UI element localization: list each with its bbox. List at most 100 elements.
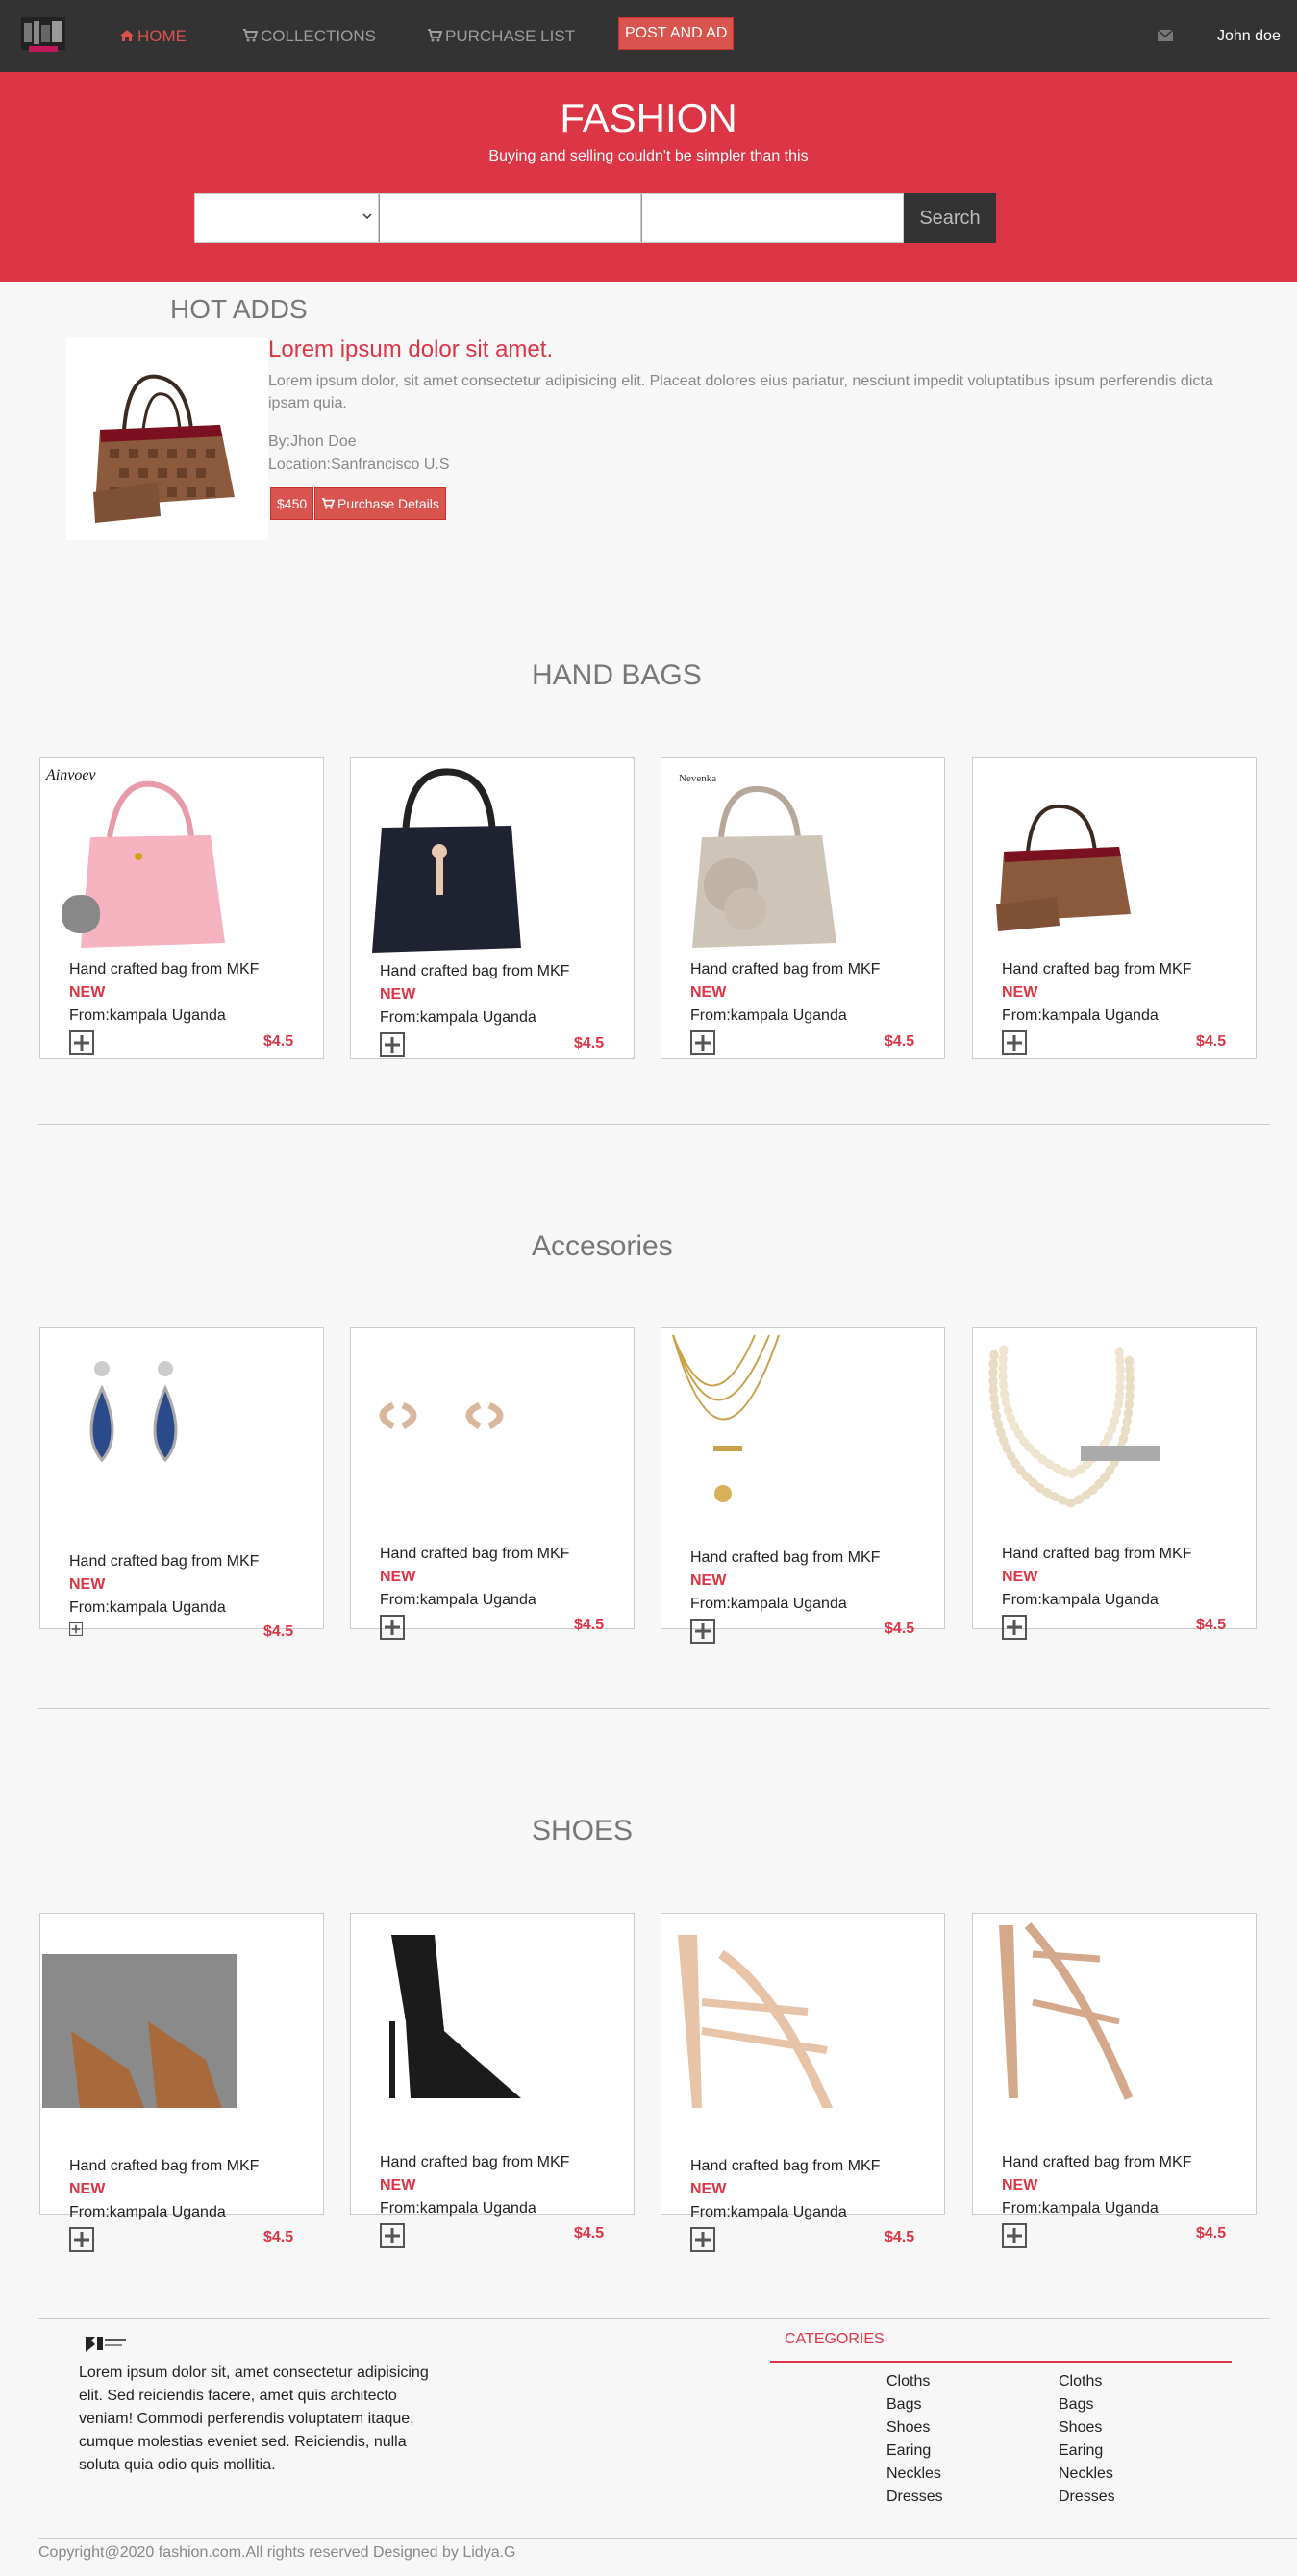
add-icon[interactable] xyxy=(690,1619,715,1644)
cart-icon xyxy=(322,498,336,509)
tan-sandal-heels-image xyxy=(999,1921,1134,2100)
category-select[interactable] xyxy=(194,193,379,243)
search-location-input[interactable] xyxy=(641,193,904,243)
product-title: Hand crafted bag from MKF xyxy=(380,1546,570,1562)
category-link-shoes[interactable]: Shoes xyxy=(1059,2416,1115,2440)
gold-necklace-image xyxy=(672,1334,780,1502)
footer-logo-icon[interactable] xyxy=(82,2333,130,2356)
product-origin: From:kampala Uganda xyxy=(1002,1592,1159,1608)
home-icon xyxy=(120,30,134,41)
product-title: Hand crafted bag from MKF xyxy=(690,1549,881,1566)
product-card[interactable]: Hand crafted bag from MKF NEW From:kampa… xyxy=(661,1913,945,2252)
shoes-section-title: SHOES xyxy=(532,1815,634,1846)
product-title: Hand crafted bag from MKF xyxy=(1002,2154,1192,2170)
product-card[interactable]: Hand crafted bag from MKF NEW From:kampa… xyxy=(39,1913,324,2252)
purchase-details-label: Purchase Details xyxy=(337,496,439,511)
product-card[interactable]: Hand crafted bag from MKF NEW From:kampa… xyxy=(350,1913,635,2248)
product-card[interactable]: Hand crafted bag from MKF NEW From:kampa… xyxy=(972,1913,1257,2248)
product-card[interactable]: Hand crafted bag from MKF NEW From:kampa… xyxy=(972,757,1257,1059)
product-origin: From:kampala Uganda xyxy=(1002,1007,1159,1024)
nav-purchase-list-link[interactable]: PURCHASE LIST xyxy=(427,27,575,46)
add-icon[interactable] xyxy=(690,2227,715,2252)
product-title: Hand crafted bag from MKF xyxy=(380,963,570,979)
category-link-cloths[interactable]: Cloths xyxy=(1059,2370,1115,2393)
categories-list-1: Cloths Bags Shoes Earing Neckles Dresses xyxy=(886,2370,943,2509)
category-link-neckles[interactable]: Neckles xyxy=(886,2463,943,2486)
category-link-earing[interactable]: Earing xyxy=(886,2440,943,2463)
category-link-dresses[interactable]: Dresses xyxy=(1059,2486,1115,2509)
hot-ad-price-button[interactable]: $450 xyxy=(270,487,314,520)
black-ankle-boot-image xyxy=(389,1935,521,2098)
product-card[interactable]: Hand crafted bag from MKF NEW From:kampa… xyxy=(661,1327,945,1644)
search-button[interactable]: Search xyxy=(904,193,996,243)
product-origin: From:kampala Uganda xyxy=(690,2204,847,2220)
add-icon[interactable] xyxy=(1002,2223,1027,2248)
cart-icon xyxy=(428,29,442,42)
product-card[interactable]: Hand crafted bag from MKF NEW From:kampa… xyxy=(350,1327,635,1640)
pink-handbag-image: Ainvoev xyxy=(45,767,225,948)
earrings-image xyxy=(89,1361,178,1463)
post-ad-button[interactable]: POST AND AD xyxy=(618,17,735,50)
hot-ad-author: By:Jhon Doe xyxy=(268,433,357,450)
site-logo-icon[interactable] xyxy=(19,10,67,58)
accessories-section-title: Accesories xyxy=(532,1230,673,1262)
nav-home-link[interactable]: HOME xyxy=(119,27,187,46)
product-title: Hand crafted bag from MKF xyxy=(690,961,881,978)
copyright-text: Copyright@2020 fashion.com.All rights re… xyxy=(38,2544,516,2561)
product-title: Hand crafted bag from MKF xyxy=(69,961,260,978)
add-icon[interactable] xyxy=(69,1622,83,1636)
user-name-link[interactable]: John doe xyxy=(1217,28,1281,45)
add-icon[interactable] xyxy=(380,2223,405,2248)
hero-banner: FASHION Buying and selling couldn't be s… xyxy=(0,72,1297,282)
purchase-details-button[interactable]: Purchase Details xyxy=(314,487,446,520)
add-icon[interactable] xyxy=(1002,1030,1027,1055)
product-card[interactable]: Hand crafted bag from MKF NEW From:kampa… xyxy=(350,757,635,1059)
category-link-bags[interactable]: Bags xyxy=(1059,2393,1115,2416)
add-icon[interactable] xyxy=(69,2227,94,2252)
hot-ad-description: Lorem ipsum dolor, sit amet consectetur … xyxy=(268,373,1213,411)
product-card[interactable]: Hand crafted bag from MKF NEW From:kampa… xyxy=(972,1327,1257,1640)
new-badge: NEW xyxy=(690,984,727,1001)
product-card[interactable]: Ainvoev Hand crafted bag from MKF NEW Fr… xyxy=(39,757,324,1059)
product-title: Hand crafted bag from MKF xyxy=(69,2158,260,2174)
product-price: $4.5 xyxy=(885,2229,915,2245)
product-price: $4.5 xyxy=(263,2229,294,2245)
product-price: $4.5 xyxy=(263,1033,294,1050)
black-handbag-image xyxy=(372,768,521,953)
categories-list-2: Cloths Bags Shoes Earing Neckles Dresses xyxy=(1059,2370,1115,2509)
chevron-down-icon xyxy=(362,213,372,220)
section-divider xyxy=(38,1124,1270,1125)
search-keyword-input[interactable] xyxy=(379,193,641,243)
hot-ad-location: Location:Sanfrancisco U.S xyxy=(268,457,450,473)
new-badge: NEW xyxy=(69,1576,106,1593)
beige-handbag-image: Nevenka xyxy=(679,773,836,948)
product-title: Hand crafted bag from MKF xyxy=(380,2154,570,2170)
product-title: Hand crafted bag from MKF xyxy=(690,2158,881,2174)
navbar: HOME COLLECTIONS PURCHASE LIST POST AND … xyxy=(0,0,1297,72)
nav-collections-link[interactable]: COLLECTIONS xyxy=(242,27,376,46)
category-link-earing[interactable]: Earing xyxy=(1059,2440,1115,2463)
product-card[interactable]: Hand crafted bag from MKF NEW From:kampa… xyxy=(39,1327,324,1640)
add-icon[interactable] xyxy=(380,1032,405,1057)
nav-home-label: HOME xyxy=(137,27,187,45)
category-link-shoes[interactable]: Shoes xyxy=(886,2416,943,2440)
categories-title: CATEGORIES xyxy=(785,2331,885,2347)
new-badge: NEW xyxy=(69,2181,106,2197)
hot-ad-image[interactable] xyxy=(66,338,268,540)
product-card[interactable]: Nevenka Hand crafted bag from MKF NEW Fr… xyxy=(661,757,945,1059)
add-icon[interactable] xyxy=(690,1030,715,1055)
category-link-cloths[interactable]: Cloths xyxy=(886,2370,943,2393)
category-link-dresses[interactable]: Dresses xyxy=(886,2486,943,2509)
category-link-neckles[interactable]: Neckles xyxy=(1059,2463,1115,2486)
product-price: $4.5 xyxy=(574,1617,605,1633)
hot-ad-heading[interactable]: Lorem ipsum dolor sit amet. xyxy=(268,336,553,363)
product-origin: From:kampala Uganda xyxy=(380,2200,536,2217)
add-icon[interactable] xyxy=(1002,1615,1027,1640)
add-icon[interactable] xyxy=(69,1030,94,1055)
add-icon[interactable] xyxy=(380,1615,405,1640)
product-origin: From:kampala Uganda xyxy=(380,1009,536,1026)
category-link-bags[interactable]: Bags xyxy=(886,2393,943,2416)
handbags-section-title: HAND BAGS xyxy=(532,659,702,691)
mail-icon[interactable] xyxy=(1158,30,1173,41)
categories-underline xyxy=(770,2361,1232,2363)
